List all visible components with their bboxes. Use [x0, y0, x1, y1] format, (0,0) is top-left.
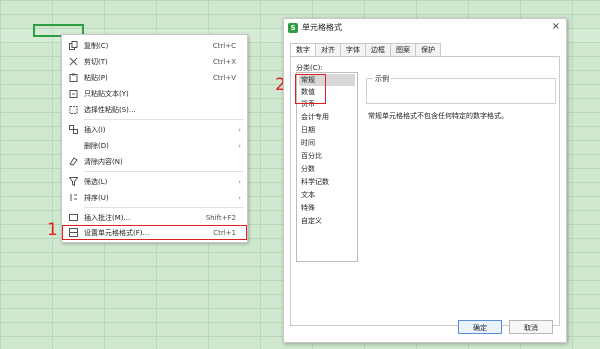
category-item[interactable]: 科学记数	[299, 176, 355, 188]
menu-item-cut[interactable]: 剪切(T) Ctrl+X	[62, 54, 247, 69]
menu-item-clear-contents[interactable]: 清除内容(N)	[62, 154, 247, 169]
ok-button[interactable]: 确定	[458, 320, 502, 334]
dialog-title-bar: S 单元格格式 ×	[284, 19, 566, 36]
example-label: 示例	[373, 74, 391, 84]
format-cells-dialog: S 单元格格式 × 数字 对齐 字体 边框 图案 保护 分类(C): 常规 数值…	[283, 18, 567, 343]
tab-font[interactable]: 字体	[340, 43, 366, 56]
format-cells-icon	[68, 228, 78, 238]
menu-separator	[84, 119, 244, 120]
submenu-arrow-icon: ›	[238, 177, 241, 186]
tab-pattern[interactable]: 图案	[390, 43, 416, 56]
menu-separator	[84, 207, 244, 208]
category-item[interactable]: 日期	[299, 124, 355, 136]
menu-item-insert-comment[interactable]: 插入批注(M)... Shift+F2	[62, 210, 247, 225]
menu-item-delete[interactable]: 删除(D) ›	[62, 138, 247, 153]
submenu-arrow-icon: ›	[238, 141, 241, 150]
format-description: 常规单元格格式不包含任何特定的数字格式。	[368, 112, 508, 120]
category-item[interactable]: 特殊	[299, 202, 355, 214]
menu-item-sort[interactable]: 排序(U) ›	[62, 190, 247, 205]
paste-text-icon	[68, 89, 78, 99]
insert-icon	[68, 125, 78, 135]
submenu-arrow-icon: ›	[238, 125, 241, 134]
comment-icon	[68, 213, 78, 223]
app-logo-icon: S	[288, 22, 298, 33]
dialog-title: 单元格格式	[302, 23, 342, 32]
category-item[interactable]: 时间	[299, 137, 355, 149]
menu-item-paste-special[interactable]: 选择性粘贴(S)...	[62, 102, 247, 117]
submenu-arrow-icon: ›	[238, 193, 241, 202]
eraser-icon	[68, 157, 78, 167]
category-item[interactable]: 会计专用	[299, 111, 355, 123]
cancel-button[interactable]: 取消	[509, 320, 553, 334]
context-menu: 复制(C) Ctrl+C 剪切(T) Ctrl+X 粘贴(P) Ctrl+V 只…	[61, 34, 248, 243]
filter-icon	[68, 177, 78, 187]
example-group: 示例	[366, 74, 556, 104]
menu-item-filter[interactable]: 筛选(L) ›	[62, 174, 247, 189]
menu-item-insert[interactable]: 插入(I) ›	[62, 122, 247, 137]
menu-item-paste[interactable]: 粘贴(P) Ctrl+V	[62, 70, 247, 85]
category-item[interactable]: 分数	[299, 163, 355, 175]
paste-icon	[68, 73, 78, 83]
menu-item-format-cells[interactable]: 设置单元格格式(F)... Ctrl+1	[62, 225, 247, 240]
close-icon[interactable]: ×	[552, 21, 560, 32]
sort-icon	[68, 193, 78, 203]
copy-icon	[68, 41, 78, 51]
menu-item-copy[interactable]: 复制(C) Ctrl+C	[62, 38, 247, 53]
category-highlight-box	[295, 74, 326, 104]
category-item[interactable]: 百分比	[299, 150, 355, 162]
dialog-tabs: 数字 对齐 字体 边框 图案 保护	[290, 43, 441, 57]
menu-separator	[84, 171, 244, 172]
paste-special-icon	[68, 105, 78, 115]
tab-number[interactable]: 数字	[290, 43, 316, 57]
menu-item-paste-text[interactable]: 只粘贴文本(Y)	[62, 86, 247, 101]
scissors-icon	[68, 57, 78, 67]
step-number-1: 1	[47, 220, 58, 240]
tab-alignment[interactable]: 对齐	[315, 43, 341, 56]
tab-border[interactable]: 边框	[365, 43, 391, 56]
category-item[interactable]: 文本	[299, 189, 355, 201]
tab-protection[interactable]: 保护	[415, 43, 441, 56]
category-item[interactable]: 自定义	[299, 215, 355, 227]
